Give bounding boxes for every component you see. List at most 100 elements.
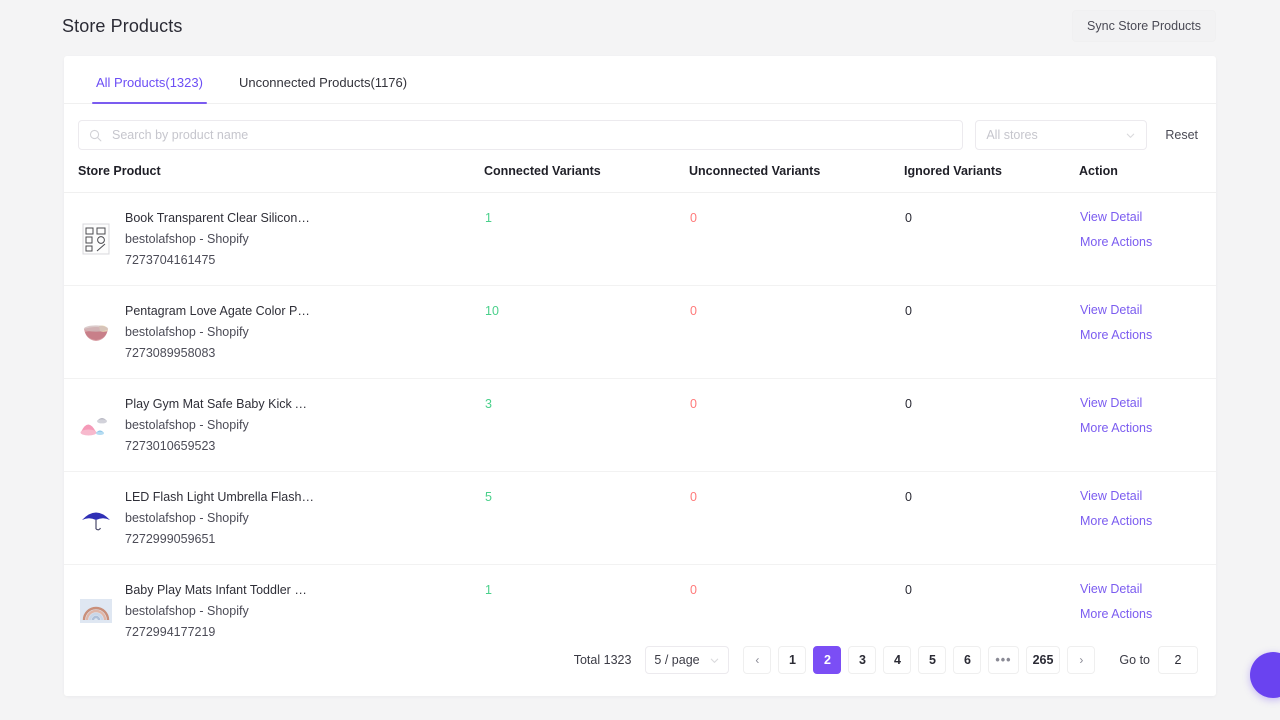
tab-all-products[interactable]: All Products(1323) — [78, 75, 221, 104]
column-header-connected-variants: Connected Variants — [484, 164, 689, 193]
cell-action: View Detail More Actions — [1079, 285, 1216, 379]
table-row: Pentagram Love Agate Color Patte... best… — [64, 285, 1216, 379]
page-size-select[interactable]: 5 / page — [645, 646, 730, 674]
unconnected-variants-count[interactable]: 0 — [690, 489, 903, 504]
page-title: Store Products — [62, 15, 183, 36]
product-thumbnail-stencil-sheet — [79, 221, 113, 256]
pagination-ellipsis[interactable]: ••• — [988, 646, 1019, 674]
goto-page-group: Go to — [1119, 646, 1198, 674]
product-name: Pentagram Love Agate Color Patte... — [125, 304, 315, 318]
product-store: bestolafshop - Shopify — [125, 511, 249, 525]
store-filter-select[interactable]: All stores — [975, 120, 1148, 150]
table-body: Book Transparent Clear Silicone St... be… — [64, 192, 1216, 658]
product-thumbnail-play-gym — [79, 407, 113, 442]
column-header-store-product: Store Product — [64, 164, 484, 193]
pagination-page-3[interactable]: 3 — [848, 646, 877, 674]
product-store: bestolafshop - Shopify — [125, 418, 249, 432]
product-name: LED Flash Light Umbrella Flashligh... — [125, 490, 315, 504]
connected-variants-count[interactable]: 3 — [485, 396, 688, 411]
page-header: Store Products Sync Store Products — [0, 0, 1280, 52]
pagination-page-6[interactable]: 6 — [953, 646, 982, 674]
products-table: Store Product Connected Variants Unconne… — [64, 164, 1216, 657]
goto-page-input[interactable] — [1158, 646, 1198, 674]
cell-action: View Detail More Actions — [1079, 471, 1216, 565]
store-products-page: Store Products Sync Store Products All P… — [0, 0, 1280, 720]
cell-action: View Detail More Actions — [1079, 378, 1216, 472]
cell-ignored-variants: 0 — [904, 192, 1079, 286]
product-thumbnail-agate-bowl — [79, 314, 113, 349]
more-actions-link[interactable]: More Actions — [1080, 328, 1152, 342]
table-row: Play Gym Mat Safe Baby Kick And ... best… — [64, 378, 1216, 472]
table-header-row: Store Product Connected Variants Unconne… — [64, 164, 1216, 193]
more-actions-link[interactable]: More Actions — [1080, 607, 1152, 621]
pagination-page-1[interactable]: 1 — [778, 646, 807, 674]
connected-variants-count[interactable]: 10 — [485, 303, 688, 318]
search-field[interactable] — [78, 120, 964, 150]
ignored-variants-count: 0 — [905, 211, 912, 225]
product-thumbnail-rainbow-mat — [79, 593, 113, 628]
pagination-page-4[interactable]: 4 — [883, 646, 912, 674]
ignored-variants-count: 0 — [905, 583, 912, 597]
pagination-page-2[interactable]: 2 — [813, 646, 842, 674]
product-store: bestolafshop - Shopify — [125, 232, 249, 246]
table-row: LED Flash Light Umbrella Flashligh... be… — [64, 471, 1216, 565]
view-detail-link[interactable]: View Detail — [1080, 489, 1142, 503]
search-input[interactable] — [110, 127, 953, 143]
chevron-down-icon — [711, 658, 719, 663]
cell-store-product: Play Gym Mat Safe Baby Kick And ... best… — [64, 378, 484, 472]
product-store: bestolafshop - Shopify — [125, 325, 249, 339]
filter-bar: All stores Reset — [64, 104, 1216, 164]
product-name: Book Transparent Clear Silicone St... — [125, 211, 315, 225]
cell-ignored-variants: 0 — [904, 285, 1079, 379]
unconnected-variants-count[interactable]: 0 — [690, 396, 903, 411]
pagination-next-button[interactable]: › — [1067, 646, 1096, 674]
cell-connected-variants: 3 — [484, 378, 689, 472]
cell-ignored-variants: 0 — [904, 471, 1079, 565]
pagination-prev-button[interactable]: ‹ — [743, 646, 772, 674]
cell-connected-variants: 10 — [484, 285, 689, 379]
product-id: 7273089958083 — [125, 346, 216, 360]
connected-variants-count[interactable]: 1 — [485, 582, 688, 597]
products-card: All Products(1323) Unconnected Products(… — [64, 56, 1216, 696]
view-detail-link[interactable]: View Detail — [1080, 303, 1142, 317]
table-row: Book Transparent Clear Silicone St... be… — [64, 192, 1216, 286]
product-name: Baby Play Mats Infant Toddler Cra... — [125, 583, 315, 597]
view-detail-link[interactable]: View Detail — [1080, 210, 1142, 224]
chevron-down-icon — [1127, 133, 1135, 138]
cell-action: View Detail More Actions — [1079, 192, 1216, 286]
unconnected-variants-count[interactable]: 0 — [690, 210, 903, 225]
cell-unconnected-variants: 0 — [689, 378, 904, 472]
column-header-unconnected-variants: Unconnected Variants — [689, 164, 904, 193]
view-detail-link[interactable]: View Detail — [1080, 396, 1142, 410]
cell-unconnected-variants: 0 — [689, 192, 904, 286]
total-count-label: Total 1323 — [573, 653, 632, 667]
tab-unconnected-products[interactable]: Unconnected Products(1176) — [221, 75, 425, 103]
unconnected-variants-count[interactable]: 0 — [690, 582, 903, 597]
cell-ignored-variants: 0 — [904, 378, 1079, 472]
column-header-ignored-variants: Ignored Variants — [904, 164, 1079, 193]
product-store: bestolafshop - Shopify — [125, 604, 249, 618]
ignored-variants-count: 0 — [905, 304, 912, 318]
more-actions-link[interactable]: More Actions — [1080, 514, 1152, 528]
cell-store-product: Pentagram Love Agate Color Patte... best… — [64, 285, 484, 379]
sync-store-products-button[interactable]: Sync Store Products — [1072, 9, 1216, 43]
connected-variants-count[interactable]: 1 — [485, 210, 688, 225]
pagination-page-5[interactable]: 5 — [918, 646, 947, 674]
cell-connected-variants: 1 — [484, 192, 689, 286]
connected-variants-count[interactable]: 5 — [485, 489, 688, 504]
reset-filters-button[interactable]: Reset — [1159, 128, 1202, 142]
pagination-page-last[interactable]: 265 — [1025, 646, 1061, 674]
help-widget-button[interactable] — [1250, 652, 1280, 698]
view-detail-link[interactable]: View Detail — [1080, 582, 1142, 596]
more-actions-link[interactable]: More Actions — [1080, 235, 1152, 249]
table-head: Store Product Connected Variants Unconne… — [64, 164, 1216, 193]
page-size-value: 5 / page — [654, 653, 700, 667]
unconnected-variants-count[interactable]: 0 — [690, 303, 903, 318]
cell-unconnected-variants: 0 — [689, 471, 904, 565]
cell-connected-variants: 5 — [484, 471, 689, 565]
store-filter-value: All stores — [986, 128, 1038, 142]
product-id: 7273704161475 — [125, 253, 216, 267]
product-id: 7273010659523 — [125, 439, 216, 453]
cell-store-product: LED Flash Light Umbrella Flashligh... be… — [64, 471, 484, 565]
more-actions-link[interactable]: More Actions — [1080, 421, 1152, 435]
